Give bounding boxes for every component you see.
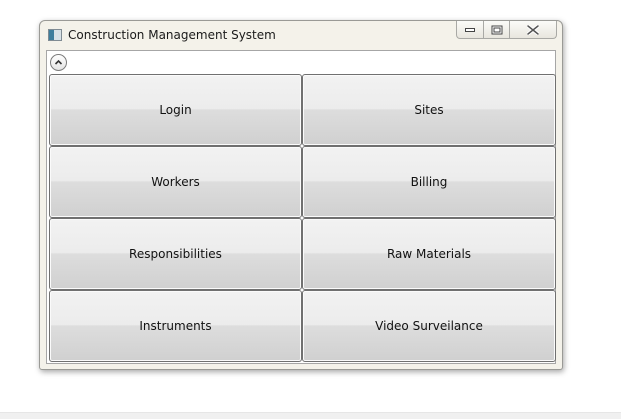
sites-button-label: Sites — [414, 103, 444, 117]
close-button[interactable] — [510, 21, 557, 39]
raw-materials-button-label: Raw Materials — [386, 247, 472, 261]
instruments-button-label: Instruments — [139, 319, 212, 333]
window-client-area: Login Sites Workers Billing Responsibili… — [46, 50, 556, 364]
workers-button[interactable]: Workers — [49, 146, 302, 218]
video-surveillance-button-label: Video Surveilance — [375, 319, 483, 333]
responsibilities-button-label: Responsibilities — [129, 247, 222, 261]
menu-tile-grid: Login Sites Workers Billing Responsibili… — [49, 74, 556, 362]
login-button-label: Login — [159, 103, 192, 117]
window-title: Construction Management System — [68, 28, 276, 42]
sites-button[interactable]: Sites — [302, 74, 556, 146]
login-button[interactable]: Login — [49, 74, 302, 146]
minimize-icon — [465, 27, 475, 32]
caption-buttons — [456, 21, 557, 41]
maximize-button[interactable] — [484, 21, 510, 39]
responsibilities-button[interactable]: Responsibilities — [49, 218, 302, 290]
minimize-button[interactable] — [456, 21, 484, 39]
billing-button[interactable]: Billing — [302, 146, 556, 218]
raw-materials-button[interactable]: Raw Materials — [302, 218, 556, 290]
app-window-icon — [48, 29, 62, 41]
chevron-up-icon — [54, 59, 63, 65]
maximize-icon — [491, 25, 502, 34]
main-window: Construction Management System Login Sit… — [39, 20, 563, 370]
workers-button-label: Workers — [151, 175, 200, 189]
billing-button-label: Billing — [410, 175, 448, 189]
video-surveillance-button[interactable]: Video Surveilance — [302, 290, 556, 362]
close-icon — [527, 24, 539, 35]
title-bar[interactable]: Construction Management System — [40, 21, 562, 51]
collapse-button[interactable] — [50, 54, 67, 71]
instruments-button[interactable]: Instruments — [49, 290, 302, 362]
